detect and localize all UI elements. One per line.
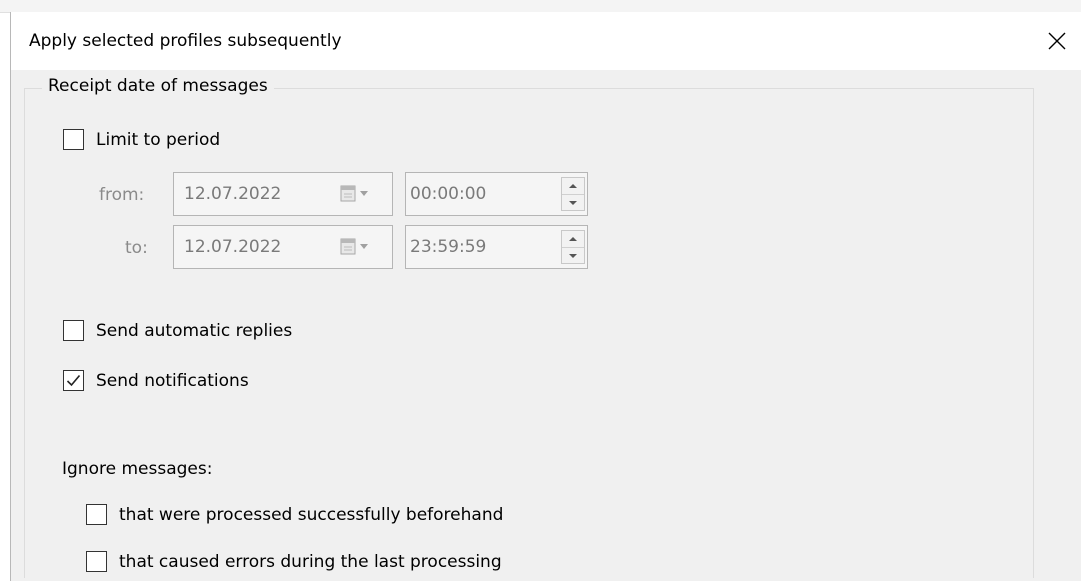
checkmark-icon	[66, 374, 81, 387]
ignore-processed-checkbox[interactable]	[86, 504, 107, 525]
to-date-value: 12.07.2022	[184, 237, 282, 257]
auto-replies-label: Send automatic replies	[96, 320, 293, 341]
to-date-picker[interactable]: 12.07.2022	[173, 225, 393, 269]
receipt-date-legend: Receipt date of messages	[42, 76, 274, 96]
to-label: to:	[125, 238, 148, 258]
ignore-errors-checkbox[interactable]	[86, 551, 107, 572]
notifications-checkbox[interactable]	[63, 370, 84, 391]
auto-replies-checkbox-row[interactable]: Send automatic replies	[63, 320, 292, 341]
from-time-value: 00:00:00	[410, 184, 487, 204]
to-calendar-button[interactable]	[340, 238, 372, 256]
auto-replies-checkbox[interactable]	[63, 320, 84, 341]
from-date-picker[interactable]: 12.07.2022	[173, 172, 393, 216]
dialog-title: Apply selected profiles subsequently	[29, 31, 342, 51]
calendar-dropdown-icon	[340, 185, 368, 202]
to-time-field[interactable]: 23:59:59	[405, 225, 588, 269]
limit-period-label: Limit to period	[96, 129, 221, 150]
calendar-dropdown-icon	[340, 238, 368, 255]
to-time-spinner[interactable]	[561, 230, 585, 264]
notifications-checkbox-row[interactable]: Send notifications	[63, 370, 249, 391]
from-label: from:	[99, 185, 145, 205]
spin-up-icon[interactable]	[562, 178, 584, 194]
ignore-messages-heading: Ignore messages:	[62, 459, 213, 479]
from-time-spinner[interactable]	[561, 177, 585, 211]
ignore-processed-label: that were processed successfully beforeh…	[119, 504, 504, 525]
spin-up-icon[interactable]	[562, 231, 584, 247]
to-time-value: 23:59:59	[410, 237, 487, 257]
notifications-label: Send notifications	[96, 370, 249, 391]
ignore-processed-checkbox-row[interactable]: that were processed successfully beforeh…	[86, 504, 503, 525]
title-bar: Apply selected profiles subsequently	[11, 12, 1081, 70]
from-calendar-button[interactable]	[340, 185, 372, 203]
spin-down-icon[interactable]	[562, 194, 584, 211]
limit-period-checkbox[interactable]	[63, 129, 84, 150]
ignore-errors-checkbox-row[interactable]: that caused errors during the last proce…	[86, 551, 502, 572]
from-time-field[interactable]: 00:00:00	[405, 172, 588, 216]
spin-down-icon[interactable]	[562, 247, 584, 264]
close-button[interactable]	[1033, 12, 1081, 70]
from-date-value: 12.07.2022	[184, 184, 282, 204]
close-icon	[1048, 32, 1066, 50]
ignore-errors-label: that caused errors during the last proce…	[119, 551, 502, 572]
limit-period-checkbox-row[interactable]: Limit to period	[63, 129, 220, 150]
